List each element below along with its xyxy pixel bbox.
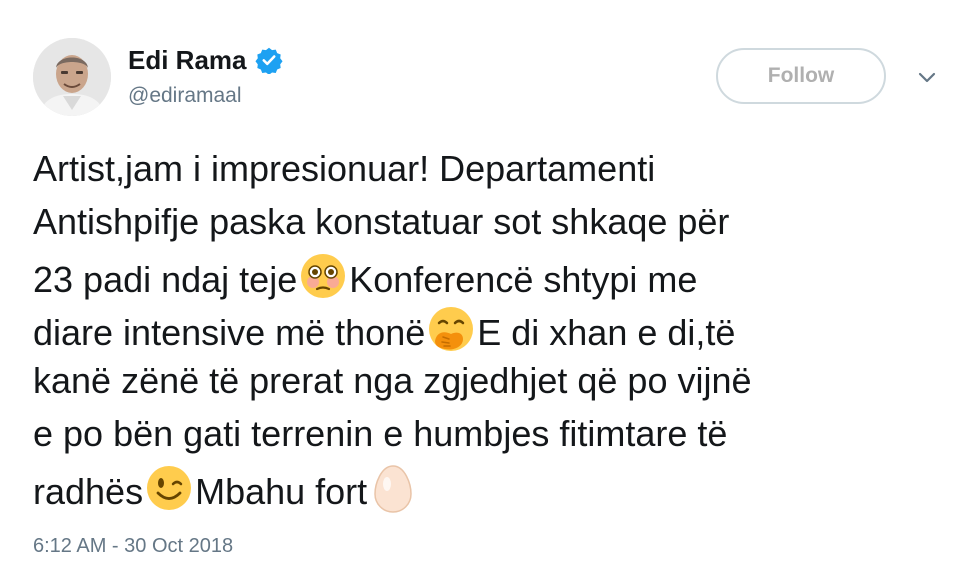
tweet-line: kanë zënë të prerat nga zgjedhjet që po … [33,354,953,407]
name-row: Edi Rama [128,43,283,77]
tweet-line: diare intensive më thonë E di xhan e di,t… [33,301,953,354]
tweet-text-segment: Artist,jam i impresionuar! Departamenti [33,148,656,189]
follow-button[interactable]: Follow [716,48,886,104]
tweet-text-segment: diare intensive më thonë [33,312,426,353]
winking-face-icon [141,460,197,510]
tweet-text-segment: kanë zënë të prerat nga zgjedhjet që po … [33,360,752,401]
tweet-line: Antishpifje paska konstatuar sot shkaqe … [33,195,953,248]
tweet-text-segment: E di xhan e di,të [477,312,736,353]
tweet-line: 23 padi ndaj teje Konferencë shtypi me [33,248,953,301]
avatar-image [33,38,111,116]
chevron-down-icon[interactable] [914,64,940,90]
tweet-text-segment: Mbahu fort [195,471,368,512]
tweet-text-segment: Konferencë shtypi me [349,259,698,300]
tweet-text-segment: Antishpifje paska konstatuar sot shkaqe … [33,201,730,242]
tweet-line: Artist,jam i impresionuar! Departamenti [33,142,953,195]
avatar[interactable] [33,38,111,116]
tweet-text: Artist,jam i impresionuar! Departamenti A… [33,142,953,513]
face-with-hand-over-mouth-icon [423,301,479,351]
egg-icon [365,460,421,513]
flushed-face-icon [295,248,351,298]
user-name[interactable]: Edi Rama [128,45,247,76]
tweet-text-segment: 23 padi ndaj teje [33,259,298,300]
tweet-line: e po bën gati terrenin e humbjes fitimta… [33,407,953,460]
user-handle[interactable]: @ediramaal [128,84,242,108]
verified-badge-icon [254,46,283,75]
tweet-text-segment: radhës [33,471,144,512]
tweet-timestamp[interactable]: 6:12 AM - 30 Oct 2018 [33,535,233,558]
tweet-line: radhës Mbahu fort [33,460,953,513]
tweet-header: Edi Rama @ediramaal Follow [0,0,980,120]
tweet-text-segment: e po bën gati terrenin e humbjes fitimta… [33,413,728,454]
